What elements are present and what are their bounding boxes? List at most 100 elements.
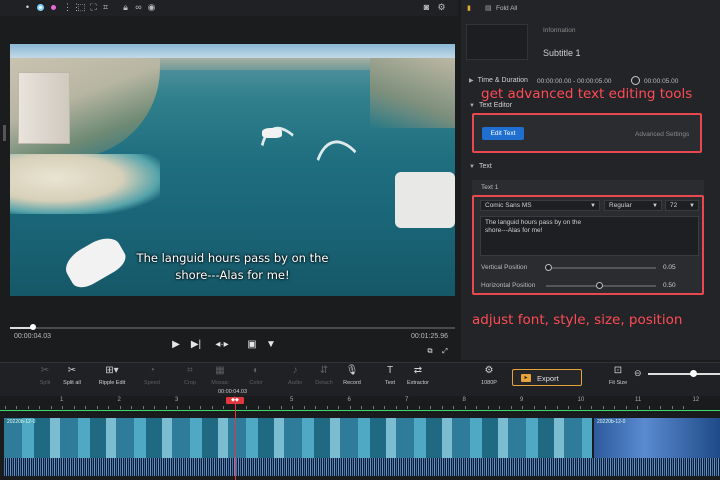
ruler-tick — [4, 406, 6, 409]
ruler-tick — [131, 406, 132, 409]
text-editor-label: Text Editor — [478, 102, 513, 109]
vertical-position-slider[interactable] — [546, 267, 656, 269]
panel-resize-handle[interactable] — [3, 125, 6, 141]
camera-icon[interactable]: ◙ — [422, 3, 431, 12]
text-section-label: Text — [478, 163, 492, 170]
speed-tool[interactable]: ◔ Speed — [137, 365, 167, 386]
crop-tool-icon: ⌗ — [187, 365, 193, 376]
zoom-slider-knob[interactable] — [690, 370, 697, 377]
clip-label: 20220b-12-0 — [7, 419, 36, 425]
text-editor-header[interactable]: ▼ Text Editor — [469, 102, 512, 109]
ruler-tick — [292, 406, 293, 409]
tool-label: Color — [249, 380, 263, 386]
ruler-tick — [510, 406, 512, 409]
expand-icon[interactable]: ⤢ — [440, 346, 450, 358]
pink-dot-icon[interactable] — [51, 5, 56, 10]
style-select[interactable]: Regular ▼ — [604, 200, 662, 211]
text-tool[interactable]: T Text — [375, 365, 405, 386]
extractor-tool[interactable]: ⇄ Extractor — [403, 365, 433, 386]
mosaic-tool[interactable]: ▦ Mosaic — [205, 365, 235, 386]
cursor-dot-icon[interactable]: • — [23, 3, 32, 12]
vertical-slider-knob[interactable] — [545, 264, 552, 271]
snapshot-icon[interactable]: ▣ — [246, 339, 258, 351]
ruler-label: 10 — [577, 397, 585, 403]
link-icon[interactable]: ∞ — [134, 3, 143, 12]
record-tool[interactable]: 🎙︎ Record — [337, 365, 367, 386]
tool-label: Split — [39, 380, 51, 386]
time-duration-header[interactable]: ▶ Time & Duration — [469, 77, 528, 84]
ruler-tick — [338, 406, 339, 409]
select-crop-icon[interactable]: ⛶ — [89, 3, 98, 12]
play-icon[interactable]: ▶ — [170, 339, 182, 351]
chevron-right-icon: ▶ — [469, 78, 474, 84]
edit-text-button[interactable]: Edit Text — [482, 127, 524, 140]
chevron-down-icon: ▼ — [590, 203, 596, 209]
panel-toggle-icon[interactable]: ▮ — [467, 4, 471, 12]
speaker-icon[interactable]: ▼ — [265, 339, 277, 351]
ruler-tick — [499, 406, 500, 409]
playhead-handle[interactable]: ◆◆ — [226, 397, 244, 404]
fit-size-tool[interactable]: ⊡ Fit Size — [603, 365, 633, 386]
vertical-position-value[interactable]: 0.05 — [663, 264, 676, 271]
text-content-area[interactable]: The languid hours pass by on the shore--… — [480, 216, 699, 256]
playback-progress — [10, 327, 32, 329]
duration-value[interactable]: 00:00:05.00 — [644, 78, 678, 85]
split-tool[interactable]: ✂ Split — [30, 365, 60, 386]
next-frame-icon[interactable]: ▶| — [190, 339, 202, 351]
audio-icon: ♪ — [292, 365, 298, 376]
ruler-tick — [660, 406, 661, 409]
video-subtitle-overlay[interactable]: The languid hours pass by on the shore--… — [10, 250, 455, 284]
ruler-label: 6 — [347, 397, 351, 403]
crop-icon[interactable]: ⌗ — [101, 3, 110, 12]
zoom-out-icon[interactable]: ⊖ — [634, 368, 642, 379]
horizontal-position-label: Horizontal Position — [481, 282, 536, 289]
ripple-edit-tool[interactable]: ⊞▾ Ripple Edit — [97, 365, 127, 386]
tool-label: Split all — [63, 380, 81, 386]
font-select[interactable]: Comic Sans MS ▼ — [480, 200, 600, 211]
advanced-settings-link[interactable]: Advanced Settings — [635, 131, 689, 138]
playback-scrubber[interactable] — [10, 327, 455, 329]
fullscreen-icon[interactable]: ⧉ — [425, 346, 435, 358]
horizontal-slider-knob[interactable] — [596, 282, 603, 289]
size-select[interactable]: 72 ▼ — [665, 200, 699, 211]
video-hotel-building — [18, 72, 70, 144]
prev-next-icon[interactable]: ◂·▸ — [211, 339, 233, 351]
fold-all-icon[interactable]: ▤ — [485, 4, 492, 12]
blue-dot-icon[interactable] — [37, 4, 44, 11]
fold-all-label[interactable]: Fold All — [496, 5, 517, 12]
audio-waveform[interactable] — [4, 458, 720, 476]
video-right-shore — [370, 58, 455, 128]
color-tool[interactable]: ◐ Color — [241, 365, 271, 386]
playhead[interactable] — [235, 400, 236, 480]
lock-icon[interactable]: 🔒︎ — [121, 3, 130, 12]
select-icon[interactable]: ⬚ — [77, 3, 86, 12]
annotation-advanced-tools: get advanced text editing tools — [481, 86, 693, 102]
horizontal-position-value[interactable]: 0.50 — [663, 282, 676, 289]
ruler-tick — [568, 406, 569, 409]
current-time: 00:00:04.03 — [14, 333, 51, 340]
export-button[interactable]: ▸ Export — [512, 369, 582, 386]
scrubber-knob[interactable] — [30, 324, 36, 330]
eye-icon[interactable]: ◉ — [147, 3, 156, 12]
timeline-track-divider — [0, 410, 720, 411]
microphone-icon: 🎙︎ — [345, 365, 359, 376]
annotation-adjust-font: adjust font, style, size, position — [472, 312, 683, 328]
split-all-tool[interactable]: ✂ Split all — [57, 365, 87, 386]
ruler-tick — [188, 406, 190, 409]
video-preview[interactable]: The languid hours pass by on the shore--… — [10, 44, 455, 296]
tool-label: Extractor — [406, 380, 429, 386]
audio-tool[interactable]: ♪ Audio — [280, 365, 310, 386]
text-section-header[interactable]: ▼ Text — [469, 163, 492, 170]
ruler-tick — [361, 406, 362, 409]
video-editor-window: • ⋮⋮ ⬚ ⛶ ⌗ 🔒︎ ∞ ◉ ◙ ⚙ The languid hours … — [0, 0, 720, 480]
resolution-tool[interactable]: ⚙ 1080P — [474, 365, 504, 386]
crop-tool[interactable]: ⌗ Crop — [175, 365, 205, 386]
timeline-ruler[interactable]: 123456789101112 — [0, 397, 720, 409]
ruler-tick — [119, 406, 121, 409]
split-all-icon: ✂ — [67, 365, 77, 376]
settings-icon[interactable]: ⚙ — [437, 3, 446, 12]
subtitle-name[interactable]: Subtitle 1 — [543, 48, 581, 58]
detach-tool[interactable]: ⇵ Detach — [309, 365, 339, 386]
grid-icon[interactable]: ⋮⋮ — [63, 3, 81, 12]
zoom-slider[interactable] — [648, 373, 720, 375]
